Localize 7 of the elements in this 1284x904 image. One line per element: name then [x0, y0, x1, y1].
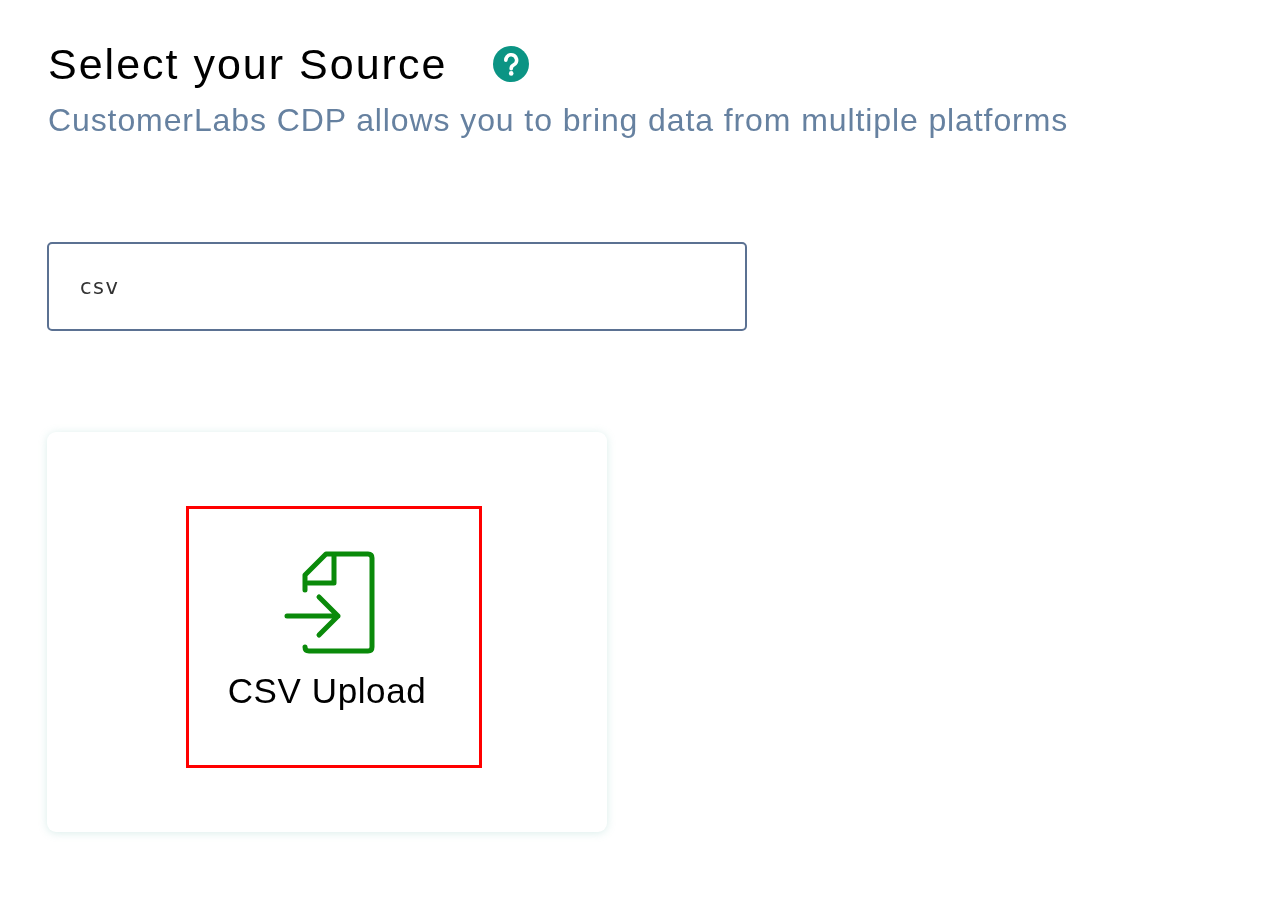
source-label: CSV Upload	[227, 670, 427, 712]
search-field[interactable]: csv	[47, 242, 747, 331]
file-import-icon	[283, 551, 375, 654]
help-icon[interactable]	[493, 46, 530, 82]
page-title: Select your Source	[48, 39, 448, 90]
page-subtitle: CustomerLabs CDP allows you to bring data from multiple platforms	[48, 101, 1070, 139]
source-card[interactable]: CSV Upload	[47, 432, 607, 832]
